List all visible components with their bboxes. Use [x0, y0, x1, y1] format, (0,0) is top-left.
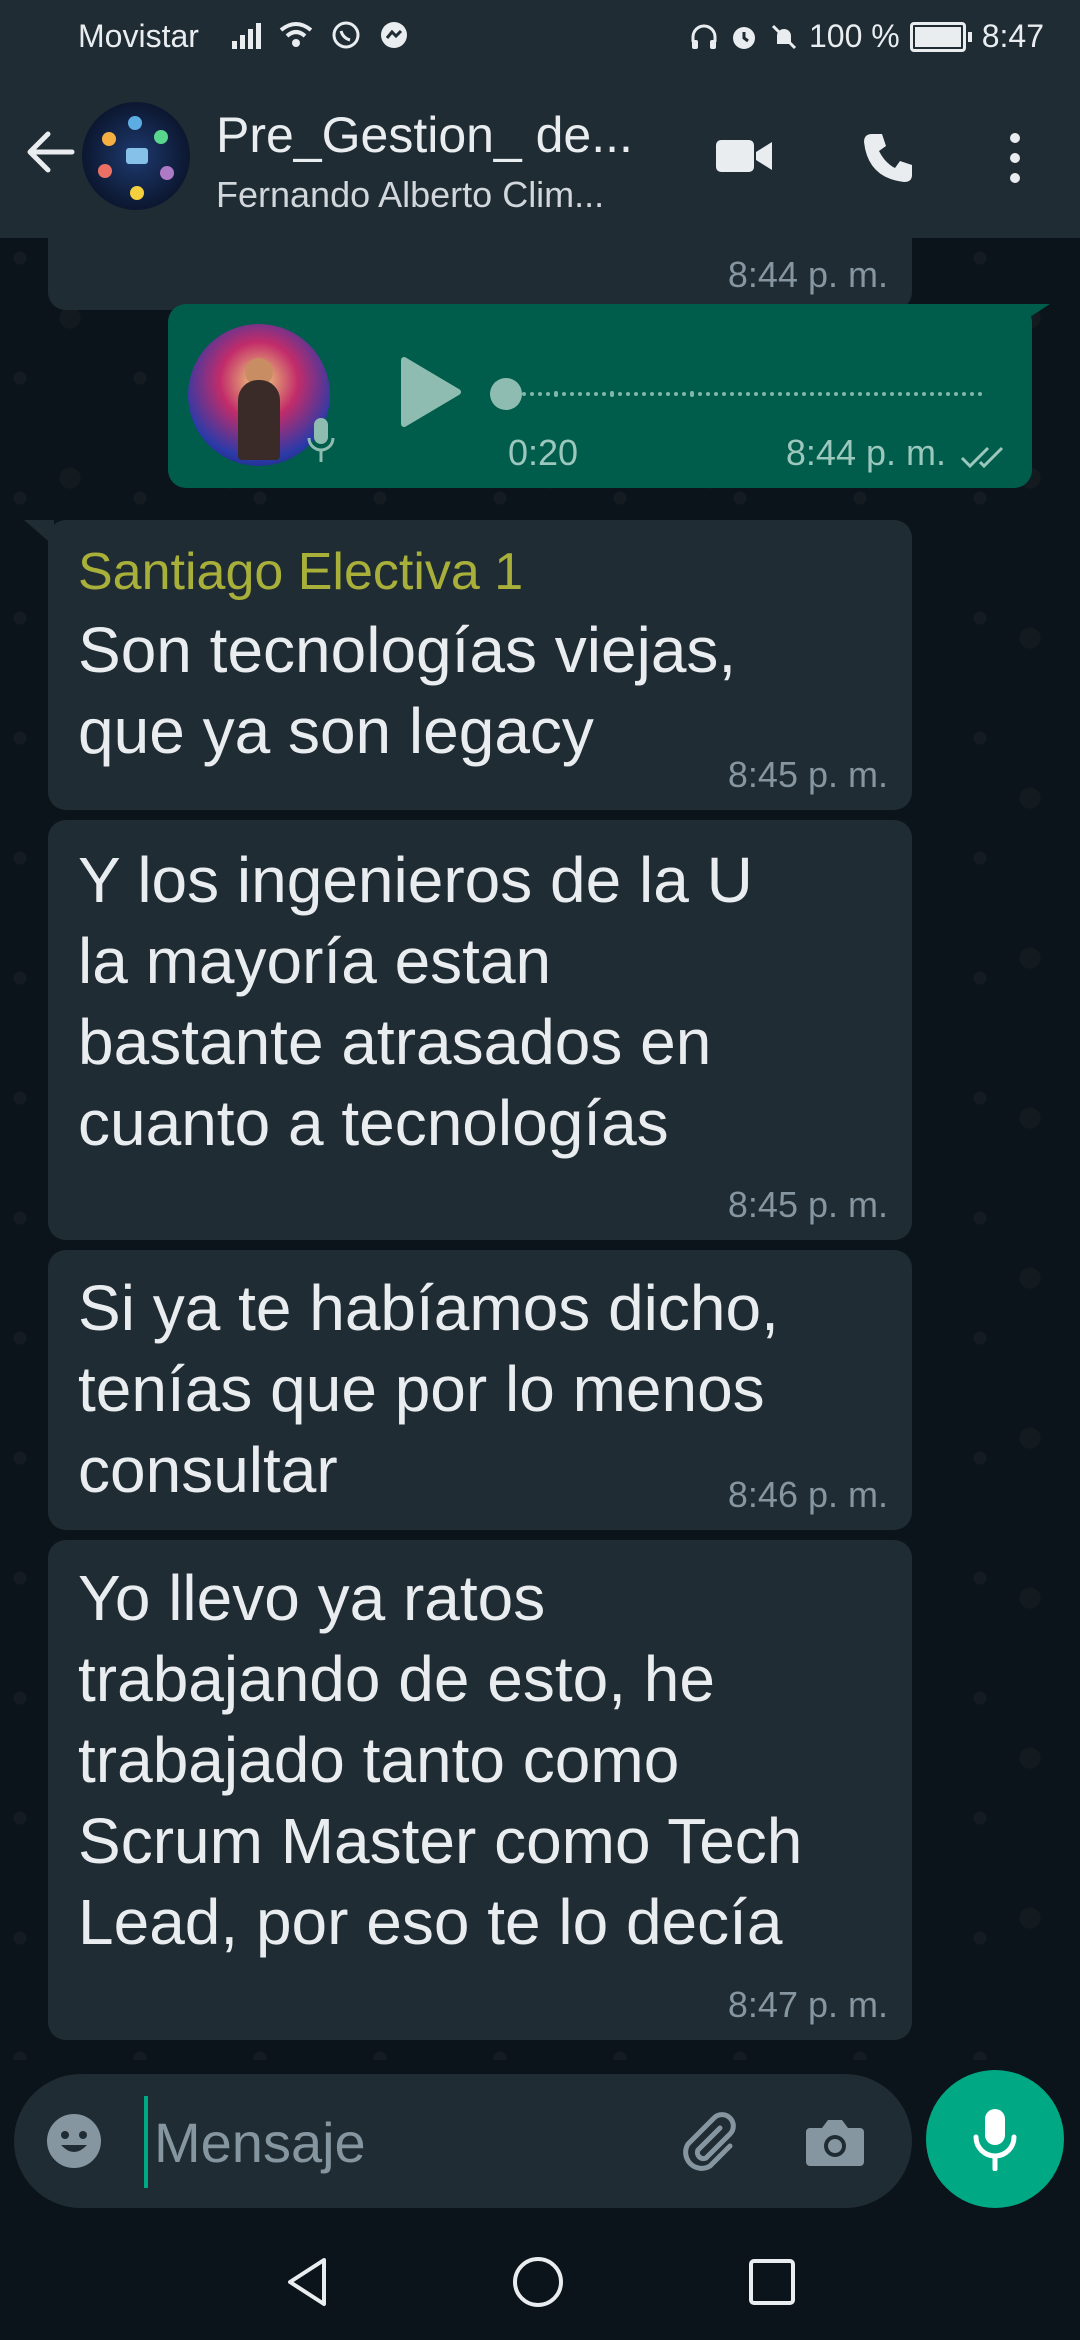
nav-recents-icon[interactable]	[744, 2254, 800, 2310]
audio-duration: 0:20	[508, 432, 579, 473]
audio-scrubber[interactable]	[490, 378, 522, 410]
emoji-icon[interactable]	[44, 2111, 104, 2171]
group-avatar[interactable]	[82, 102, 190, 210]
video-call-icon[interactable]	[712, 128, 776, 184]
message-composer	[14, 2074, 912, 2208]
voice-message-bubble[interactable]: 0:20 8:44 p. m.	[168, 304, 1032, 488]
signal-icon	[232, 21, 261, 49]
microphone-icon	[973, 2109, 1017, 2171]
play-icon[interactable]	[396, 352, 466, 432]
battery-percent: 100 %	[808, 18, 900, 54]
alarm-icon	[732, 26, 755, 49]
message-bubble[interactable]: Santiago Electiva 1 Son tecnologías viej…	[48, 520, 912, 810]
attach-icon[interactable]	[674, 2108, 744, 2178]
chat-header: Pre_Gestion_ de... Fernando Alberto Clim…	[0, 78, 1080, 238]
system-indicators: 100 % 8:47	[689, 18, 1044, 55]
chat-title[interactable]: Pre_Gestion_ de...	[216, 106, 676, 164]
status-bar: Movistar 100 % 8:47	[0, 0, 1080, 78]
chat-messages[interactable]: 8:44 p. m. 0:20 8:44 p. m. Santiago Elec…	[0, 238, 1080, 2060]
sender-name[interactable]: Santiago Electiva 1	[48, 520, 912, 602]
wifi-icon	[279, 22, 313, 47]
message-input[interactable]	[144, 2096, 676, 2188]
headphones-icon	[691, 24, 717, 49]
message-bubble[interactable]: Yo llevo ya ratos trabajando de esto, he…	[48, 1540, 912, 2040]
message-text: Yo llevo ya ratos trabajando de esto, he…	[78, 1562, 803, 1958]
nav-home-icon[interactable]	[510, 2254, 566, 2310]
message-time: 8:44 p. m.	[785, 432, 946, 473]
message-bubble[interactable]: Y los ingenieros de la U la mayoría esta…	[48, 820, 912, 1240]
connectivity-icons	[232, 20, 409, 50]
messenger-notification-icon	[381, 22, 407, 48]
voice-record-button[interactable]	[926, 2070, 1064, 2208]
voice-call-icon[interactable]	[858, 128, 918, 188]
whatsapp-notification-icon	[332, 21, 360, 49]
battery-icon	[909, 21, 972, 52]
more-options-icon[interactable]	[1000, 128, 1030, 188]
message-time: 8:44 p. m.	[727, 254, 888, 295]
message-bubble-partial[interactable]: 8:44 p. m.	[48, 238, 912, 310]
chat-participants[interactable]: Fernando Alberto Clim...	[216, 174, 676, 216]
mute-notifications-icon	[771, 24, 797, 49]
message-text: Son tecnologías viejas, que ya son legac…	[78, 614, 737, 767]
message-time: 8:45 p. m.	[727, 1184, 888, 1225]
message-time: 8:47 p. m.	[727, 1984, 888, 2025]
message-text: Y los ingenieros de la U la mayoría esta…	[78, 844, 753, 1159]
camera-icon[interactable]	[804, 2112, 866, 2170]
back-arrow-icon[interactable]	[22, 124, 78, 180]
system-navigation-bar	[0, 2224, 1080, 2340]
message-time: 8:46 p. m.	[727, 1474, 888, 1515]
carrier-name: Movistar	[78, 18, 199, 54]
message-time: 8:45 p. m.	[727, 754, 888, 795]
audio-waveform[interactable]	[490, 384, 990, 404]
nav-back-icon[interactable]	[280, 2254, 336, 2310]
microphone-icon	[307, 418, 335, 462]
clock: 8:47	[981, 18, 1044, 54]
read-receipt-icon	[960, 446, 1004, 469]
message-bubble[interactable]: Si ya te habíamos dicho, tenías que por …	[48, 1250, 912, 1530]
message-text: Si ya te habíamos dicho, tenías que por …	[78, 1272, 779, 1506]
